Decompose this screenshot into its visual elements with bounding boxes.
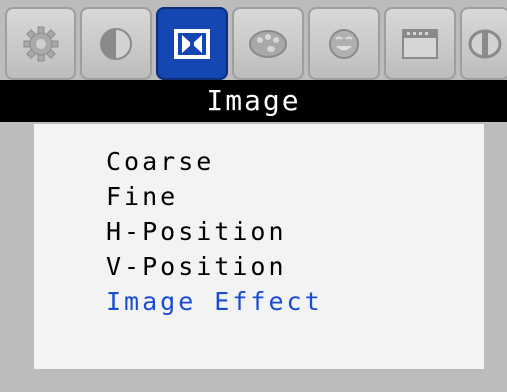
- menu-item-fine[interactable]: Fine: [106, 179, 323, 214]
- contrast-icon: [97, 25, 135, 63]
- color-palette-icon: [247, 27, 289, 61]
- tab-color-temp[interactable]: [232, 7, 304, 80]
- tab-bar: [5, 7, 507, 80]
- tab-information[interactable]: [460, 7, 507, 80]
- page-title: Image: [206, 84, 301, 117]
- face-icon: [325, 25, 363, 63]
- info-icon: [467, 26, 503, 62]
- title-bar: Image: [0, 80, 507, 122]
- tab-general-settings[interactable]: [5, 7, 76, 80]
- tab-picture-mode[interactable]: [308, 7, 380, 80]
- menu-item-image-effect[interactable]: Image Effect: [106, 284, 323, 319]
- window-icon: [400, 27, 440, 61]
- menu-item-v-position[interactable]: V-Position: [106, 249, 323, 284]
- image-adjust-icon: [172, 27, 212, 61]
- gear-icon: [22, 25, 60, 63]
- tab-osd-setup[interactable]: [384, 7, 456, 80]
- tab-luminance[interactable]: [80, 7, 152, 80]
- menu-item-h-position[interactable]: H-Position: [106, 214, 323, 249]
- menu-panel: Coarse Fine H-Position V-Position Image …: [34, 124, 484, 369]
- osd-window: Image Coarse Fine H-Position V-Position …: [0, 0, 507, 392]
- image-menu: Coarse Fine H-Position V-Position Image …: [106, 144, 323, 319]
- tab-image-setup[interactable]: [156, 7, 228, 80]
- menu-item-coarse[interactable]: Coarse: [106, 144, 323, 179]
